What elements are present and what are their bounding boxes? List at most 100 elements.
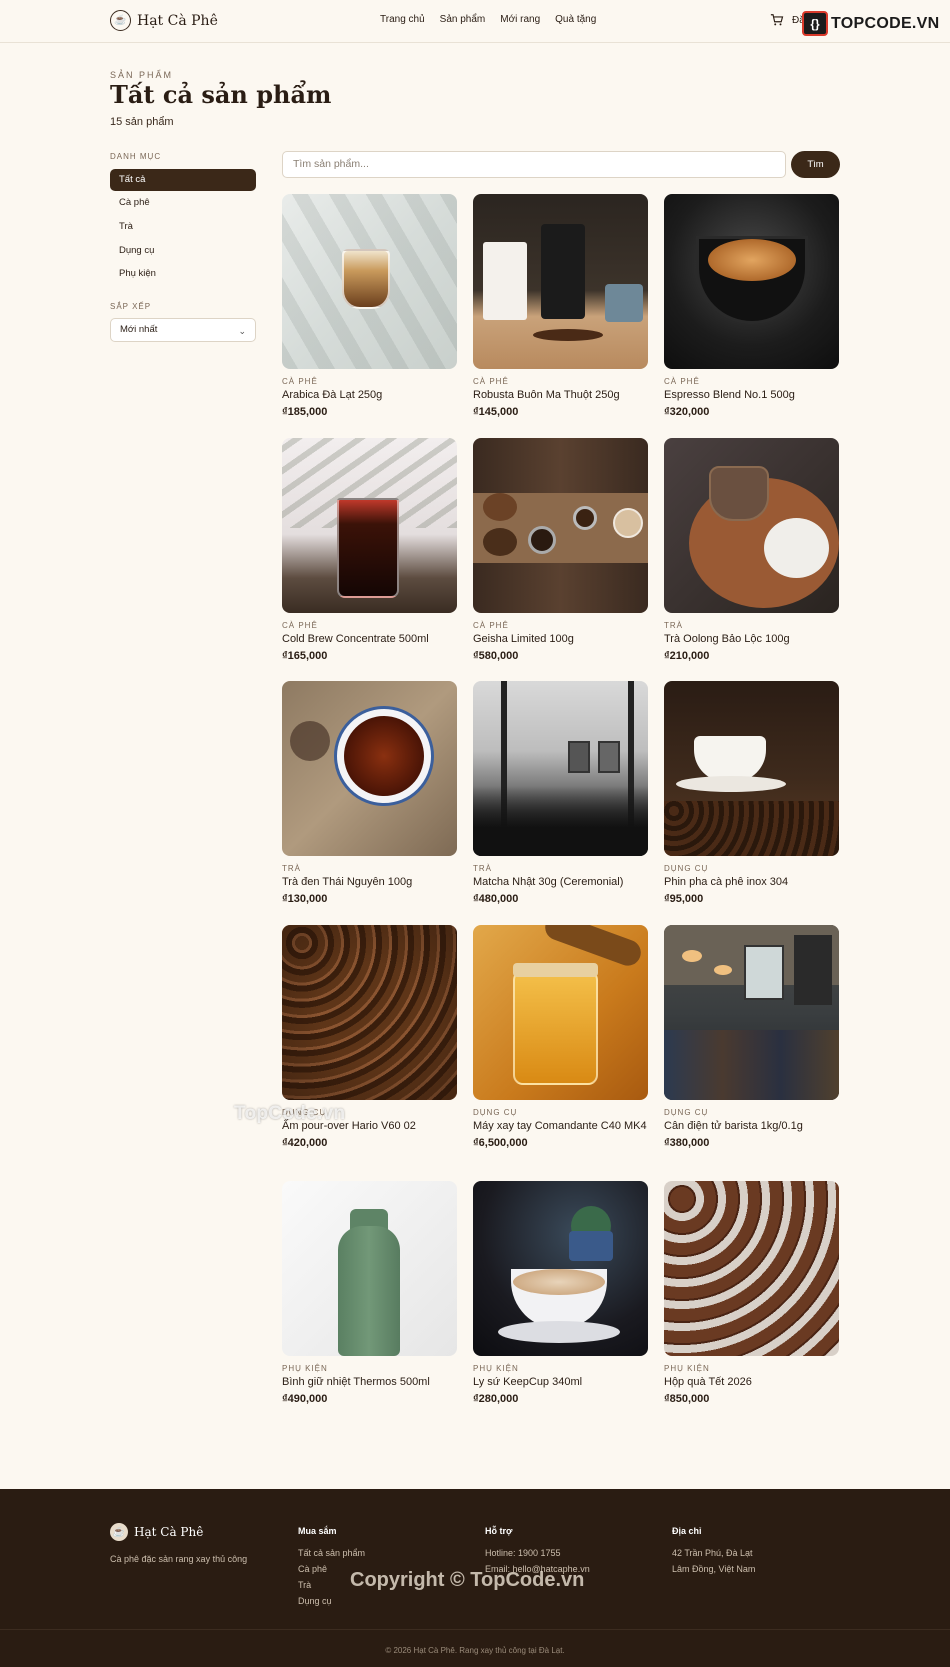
product-price: ₫850,000 bbox=[664, 1393, 710, 1405]
product-image[interactable] bbox=[473, 438, 648, 613]
product-name[interactable]: Phin pha cà phê inox 304 bbox=[664, 876, 839, 889]
topcode-watermark: {} TOPCODE.VN bbox=[802, 11, 944, 36]
product-card[interactable]: TRÀ Trà Oolong Bảo Lộc 100g ₫210,000 bbox=[664, 438, 839, 662]
product-image[interactable] bbox=[664, 194, 839, 369]
topcode-watermark-text: TOPCODE.VN bbox=[831, 14, 940, 32]
product-name[interactable]: Hộp quà Tết 2026 bbox=[664, 1376, 839, 1389]
product-name[interactable]: Bình giữ nhiệt Thermos 500ml bbox=[282, 1376, 457, 1389]
product-price: ₫95,000 bbox=[664, 893, 704, 905]
product-image[interactable] bbox=[664, 681, 839, 856]
product-name[interactable]: Ly sứ KeepCup 340ml bbox=[473, 1376, 648, 1389]
cart-icon[interactable] bbox=[770, 13, 784, 27]
footer-logo[interactable]: ☕ Hạt Cà Phê bbox=[110, 1523, 203, 1541]
product-card[interactable]: CÀ PHÊ Geisha Limited 100g ₫580,000 bbox=[473, 438, 648, 662]
product-price: ₫480,000 bbox=[473, 893, 519, 905]
footer-tagline: Cà phê đặc sản rang xay thủ công bbox=[110, 1554, 248, 1564]
product-card[interactable]: CÀ PHÊ Espresso Blend No.1 500g ₫320,000 bbox=[664, 194, 839, 418]
product-card[interactable]: CÀ PHÊ Cold Brew Concentrate 500ml ₫165,… bbox=[282, 438, 457, 662]
category-all[interactable]: Tất cả bbox=[110, 169, 256, 191]
site-header: ☕ Hạt Cà Phê Trang chủ Sản phẩm Mới rang… bbox=[0, 0, 950, 43]
product-name[interactable]: Trà Oolong Bảo Lộc 100g bbox=[664, 633, 839, 646]
product-image[interactable] bbox=[282, 681, 457, 856]
category-label: DANH MỤC bbox=[110, 152, 162, 161]
footer-support-heading: Hỗ trợ bbox=[485, 1526, 513, 1536]
footer-link-tools[interactable]: Dụng cụ bbox=[298, 1593, 365, 1609]
product-image[interactable] bbox=[664, 925, 839, 1100]
product-image[interactable] bbox=[282, 925, 457, 1100]
product-name[interactable]: Cân điện tử barista 1kg/0.1g bbox=[664, 1120, 839, 1133]
footer-link-all-products[interactable]: Tất cả sản phẩm bbox=[298, 1545, 365, 1561]
site-footer: ☕ Hạt Cà Phê Cà phê đặc sản rang xay thủ… bbox=[0, 1489, 950, 1667]
product-price: ₫280,000 bbox=[473, 1393, 519, 1405]
footer-address-line: 42 Trần Phú, Đà Lạt bbox=[672, 1548, 753, 1558]
product-card[interactable]: CÀ PHÊ Arabica Đà Lạt 250g ₫185,000 bbox=[282, 194, 457, 418]
product-category: PHỤ KIỆN bbox=[664, 1364, 710, 1373]
product-card[interactable]: DỤNG CỤ Cân điện tử barista 1kg/0.1g ₫38… bbox=[664, 925, 839, 1149]
category-tea[interactable]: Trà bbox=[110, 216, 256, 238]
product-price: ₫420,000 bbox=[282, 1137, 328, 1149]
product-name[interactable]: Espresso Blend No.1 500g bbox=[664, 389, 839, 402]
product-name[interactable]: Matcha Nhật 30g (Ceremonial) bbox=[473, 876, 648, 889]
product-image[interactable] bbox=[282, 438, 457, 613]
product-card[interactable]: PHỤ KIỆN Ly sứ KeepCup 340ml ₫280,000 bbox=[473, 1181, 648, 1405]
search-input[interactable]: Tìm sản phẩm... bbox=[282, 151, 786, 178]
topcode-watermark-mid: TopCode.vn bbox=[234, 1103, 346, 1124]
product-name[interactable]: Trà đen Thái Nguyên 100g bbox=[282, 876, 457, 889]
site-logo[interactable]: ☕ Hạt Cà Phê bbox=[110, 10, 218, 31]
product-image[interactable] bbox=[664, 438, 839, 613]
footer-divider bbox=[0, 1629, 950, 1630]
product-category: DỤNG CỤ bbox=[664, 864, 709, 873]
product-category: TRÀ bbox=[664, 621, 683, 630]
product-price: ₫130,000 bbox=[282, 893, 328, 905]
product-category: CÀ PHÊ bbox=[282, 377, 318, 386]
product-card[interactable]: PHỤ KIỆN Bình giữ nhiệt Thermos 500ml ₫4… bbox=[282, 1181, 457, 1405]
nav-new-roast[interactable]: Mới rang bbox=[500, 14, 540, 25]
sort-select[interactable]: Mới nhất ⌄ bbox=[110, 318, 256, 342]
footer-logo-text: Hạt Cà Phê bbox=[134, 1525, 204, 1539]
product-image[interactable] bbox=[664, 1181, 839, 1356]
page-title: Tất cả sản phẩm bbox=[110, 80, 332, 109]
product-category: CÀ PHÊ bbox=[473, 377, 509, 386]
product-image[interactable] bbox=[282, 194, 457, 369]
product-card[interactable]: DỤNG CỤ Phin pha cà phê inox 304 ₫95,000 bbox=[664, 681, 839, 905]
category-tools[interactable]: Dụng cụ bbox=[110, 240, 256, 262]
category-accessories[interactable]: Phụ kiện bbox=[110, 263, 256, 285]
product-card[interactable]: TRÀ Matcha Nhật 30g (Ceremonial) ₫480,00… bbox=[473, 681, 648, 905]
footer-hotline[interactable]: Hotline: 1900 1755 bbox=[485, 1545, 590, 1561]
product-card[interactable]: PHỤ KIỆN Hộp quà Tết 2026 ₫850,000 bbox=[664, 1181, 839, 1405]
product-price: ₫6,500,000 bbox=[473, 1137, 528, 1149]
nav-home[interactable]: Trang chủ bbox=[380, 14, 425, 25]
nav-gifts[interactable]: Quà tặng bbox=[555, 14, 596, 25]
chevron-down-icon: ⌄ bbox=[238, 326, 246, 336]
search-button[interactable]: Tìm bbox=[791, 151, 840, 178]
product-name[interactable]: Cold Brew Concentrate 500ml bbox=[282, 633, 457, 646]
copyright-watermark: Copyright © TopCode.vn bbox=[350, 1569, 585, 1591]
product-image[interactable] bbox=[473, 194, 648, 369]
product-image[interactable] bbox=[473, 681, 648, 856]
footer-address-line: Lâm Đồng, Việt Nam bbox=[672, 1564, 756, 1574]
product-category: TRÀ bbox=[473, 864, 492, 873]
product-name[interactable]: Máy xay tay Comandante C40 MK4 bbox=[473, 1120, 648, 1133]
category-coffee[interactable]: Cà phê bbox=[110, 192, 256, 214]
footer-address-heading: Địa chỉ bbox=[672, 1526, 702, 1536]
product-image[interactable] bbox=[473, 925, 648, 1100]
product-price: ₫210,000 bbox=[664, 650, 710, 662]
product-category: TRÀ bbox=[282, 864, 301, 873]
coffee-cup-icon: ☕ bbox=[110, 10, 131, 31]
product-price: ₫165,000 bbox=[282, 650, 328, 662]
product-card[interactable]: CÀ PHÊ Robusta Buôn Ma Thuột 250g ₫145,0… bbox=[473, 194, 648, 418]
product-name[interactable]: Arabica Đà Lạt 250g bbox=[282, 389, 457, 402]
product-card[interactable]: DỤNG CỤ Máy xay tay Comandante C40 MK4 ₫… bbox=[473, 925, 648, 1149]
product-category: PHỤ KIỆN bbox=[473, 1364, 519, 1373]
product-card[interactable]: TRÀ Trà đen Thái Nguyên 100g ₫130,000 bbox=[282, 681, 457, 905]
product-name[interactable]: Robusta Buôn Ma Thuột 250g bbox=[473, 389, 648, 402]
nav-products[interactable]: Sản phẩm bbox=[440, 14, 486, 25]
product-category: CÀ PHÊ bbox=[664, 377, 700, 386]
product-name[interactable]: Geisha Limited 100g bbox=[473, 633, 648, 646]
product-image[interactable] bbox=[282, 1181, 457, 1356]
product-price: ₫185,000 bbox=[282, 406, 328, 418]
coffee-cup-icon: ☕ bbox=[110, 1523, 128, 1541]
product-image[interactable] bbox=[473, 1181, 648, 1356]
product-count: 15 sản phẩm bbox=[110, 116, 174, 128]
product-price: ₫380,000 bbox=[664, 1137, 710, 1149]
